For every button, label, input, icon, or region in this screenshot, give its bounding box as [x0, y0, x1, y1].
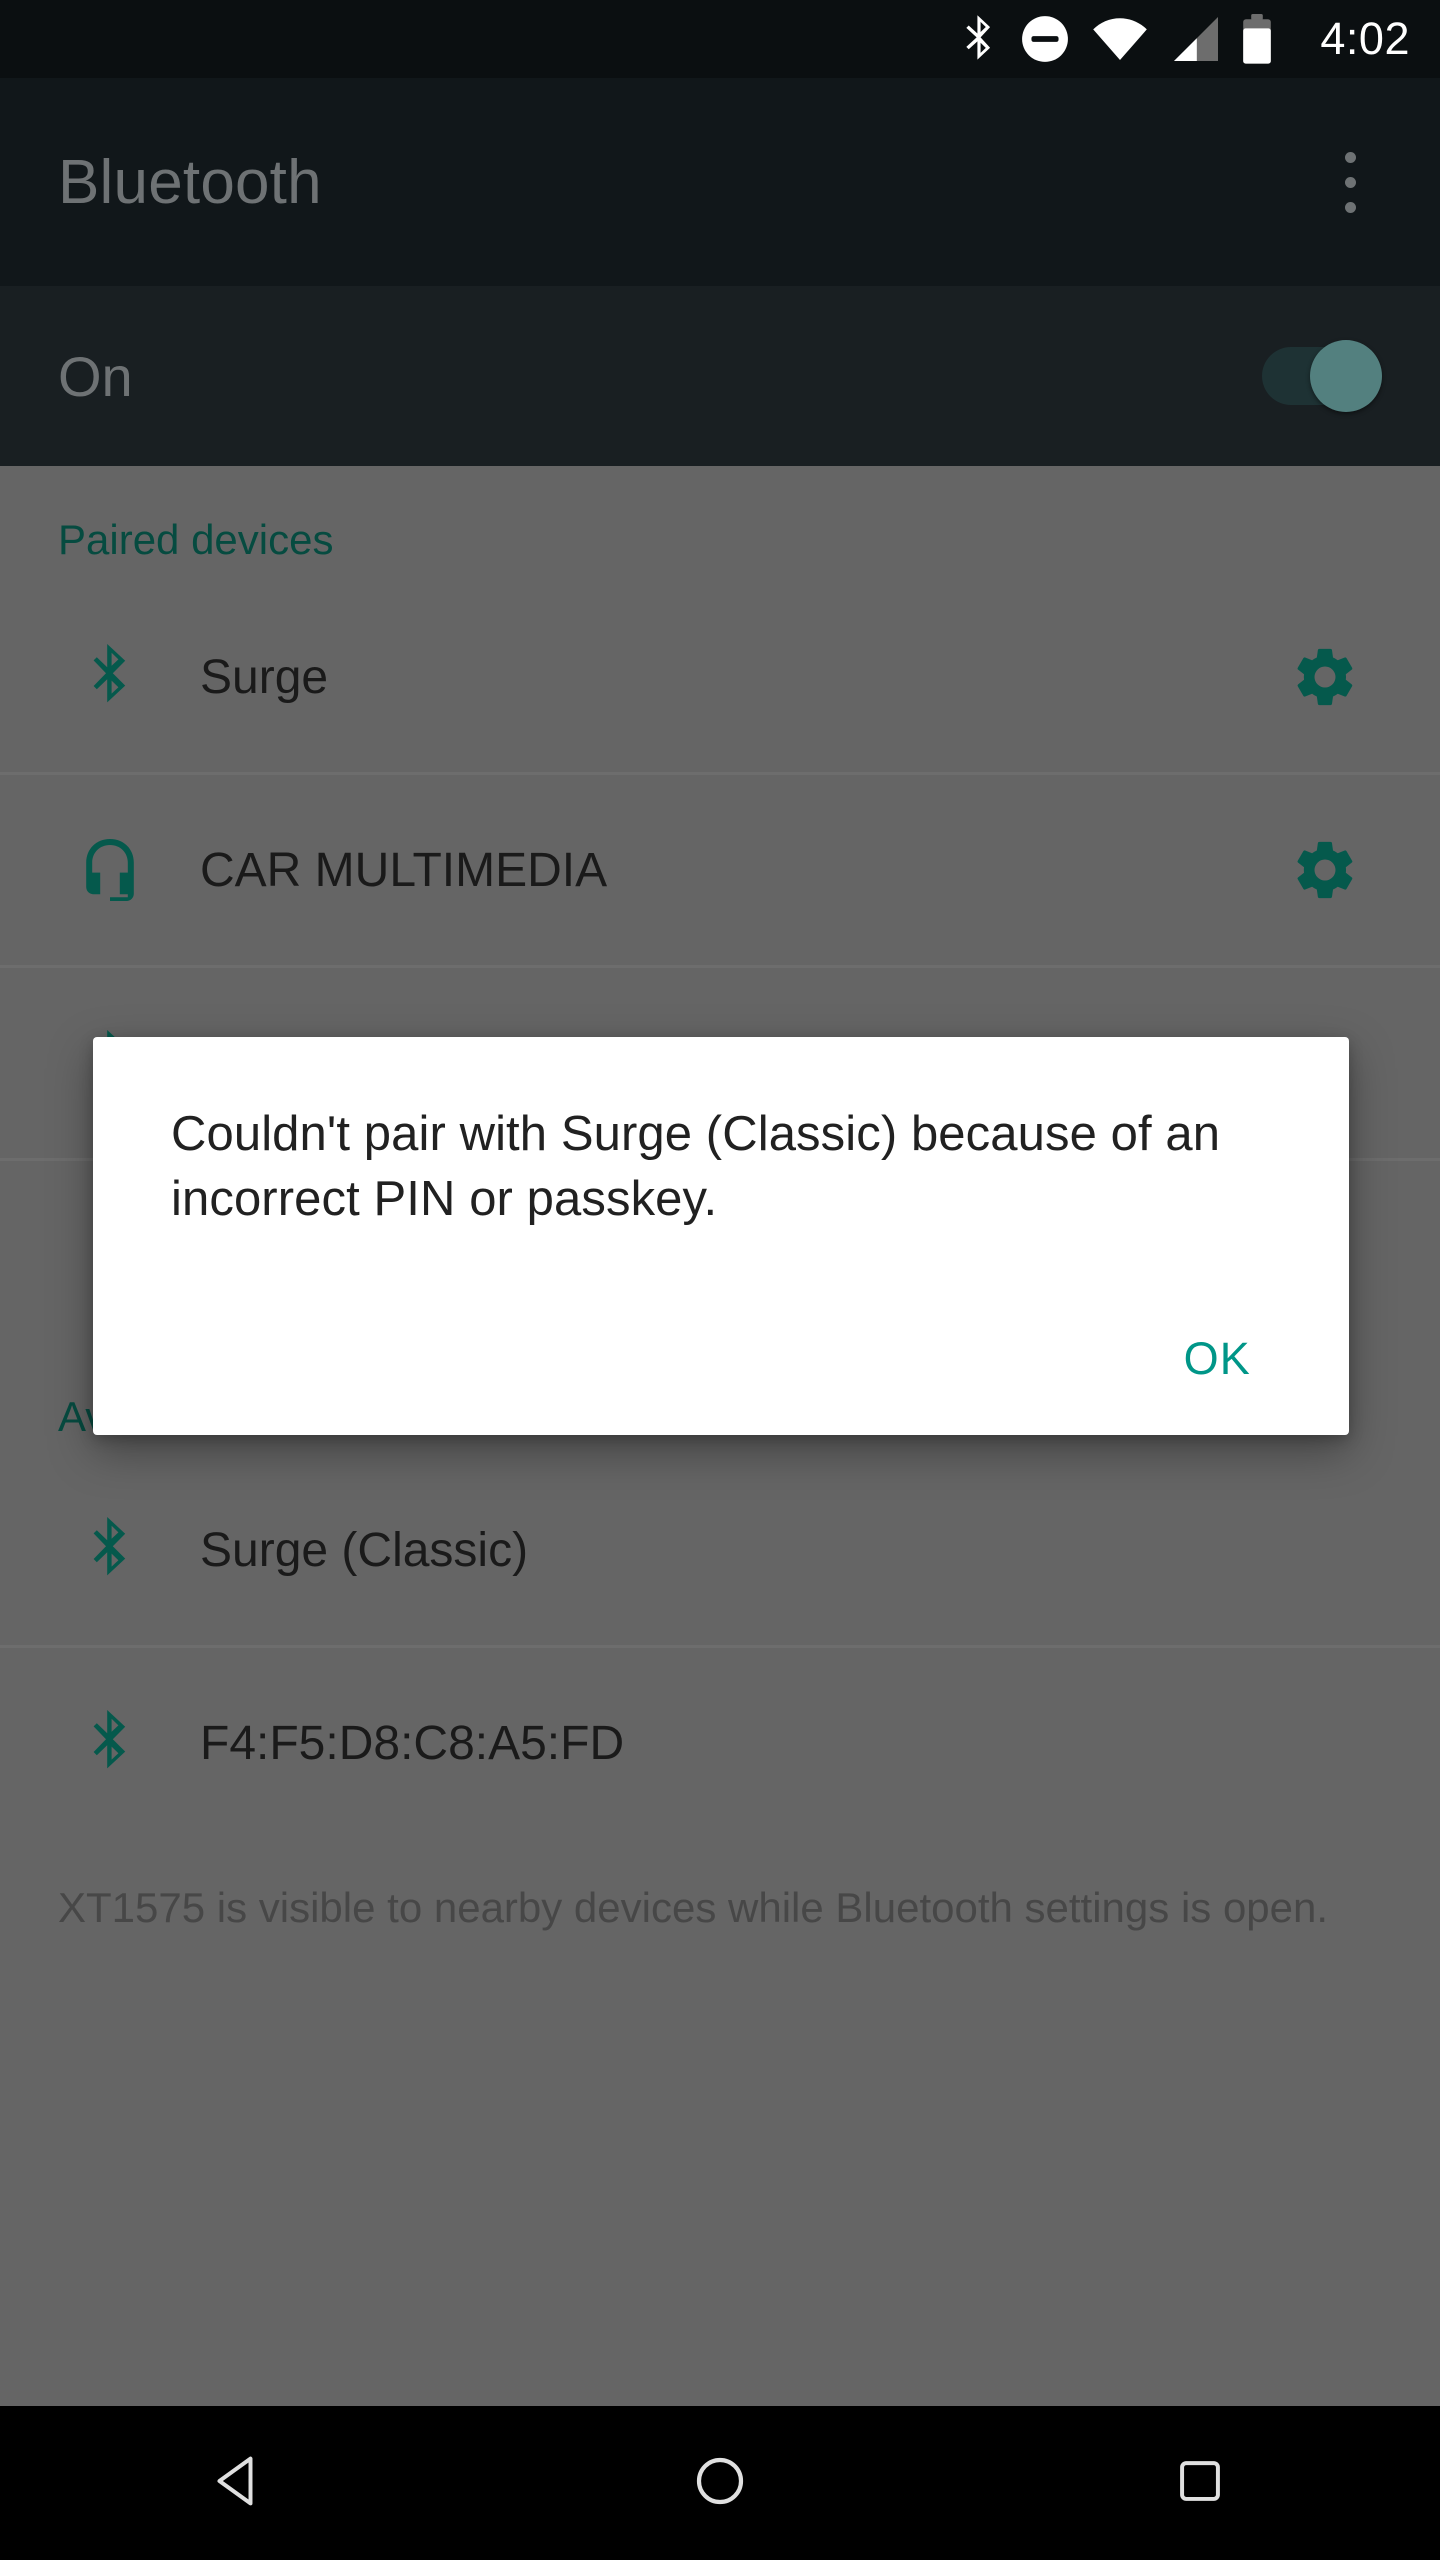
ok-button[interactable]: OK [1144, 1311, 1291, 1407]
dialog-action-bar: OK [1144, 1311, 1291, 1407]
home-button[interactable] [630, 2406, 810, 2560]
paired-devices-header: Paired devices [0, 466, 1440, 582]
android-bluetooth-settings-screen: 4:02 Bluetooth On Paired devices Surge C… [0, 0, 1440, 2560]
overflow-dot [1344, 201, 1356, 213]
device-name-label: Surge (Classic) [200, 1523, 529, 1577]
bluetooth-toggle-switch[interactable] [1262, 340, 1382, 412]
recents-icon [1175, 2456, 1225, 2511]
gear-icon[interactable] [1288, 833, 1362, 907]
overflow-dot [1344, 151, 1356, 163]
device-name-label: Surge [200, 650, 329, 704]
bluetooth-icon [70, 1710, 150, 1776]
list-item[interactable]: F4:F5:D8:C8:A5:FD [0, 1648, 1440, 1838]
back-icon [212, 2453, 268, 2514]
bluetooth-master-toggle-row[interactable]: On [0, 286, 1440, 466]
app-bar: Bluetooth [0, 78, 1440, 286]
status-bar-icons: 4:02 [960, 13, 1410, 65]
switch-thumb [1310, 340, 1382, 412]
back-button[interactable] [150, 2406, 330, 2560]
bluetooth-state-label: On [58, 344, 133, 408]
list-item[interactable]: CAR MULTIMEDIA [0, 775, 1440, 965]
dialog-message-text: Couldn't pair with Surge (Classic) becau… [171, 1107, 1221, 1226]
status-bar: 4:02 [0, 0, 1440, 78]
cell-signal-icon [1170, 16, 1220, 62]
bluetooth-icon [70, 1517, 150, 1583]
wifi-icon [1092, 17, 1148, 61]
overflow-menu-icon[interactable] [1310, 127, 1390, 237]
device-name-label: CAR MULTIMEDIA [200, 843, 608, 897]
system-navigation-bar [0, 2406, 1440, 2560]
list-item[interactable]: Surge [0, 582, 1440, 772]
device-list-content: Paired devices Surge CAR MULTIMEDIA Surg… [0, 466, 1440, 2406]
device-name-label: F4:F5:D8:C8:A5:FD [200, 1716, 625, 1770]
page-title: Bluetooth [58, 147, 322, 217]
recents-button[interactable] [1110, 2406, 1290, 2560]
headset-icon [70, 838, 150, 902]
visibility-note: XT1575 is visible to nearby devices whil… [58, 1884, 1329, 1931]
gear-icon[interactable] [1288, 640, 1362, 714]
status-bar-clock: 4:02 [1320, 13, 1410, 64]
bluetooth-icon [960, 14, 998, 64]
pairing-error-dialog: Couldn't pair with Surge (Classic) becau… [93, 1037, 1349, 1435]
do-not-disturb-icon [1020, 14, 1070, 64]
battery-icon [1242, 14, 1272, 64]
bluetooth-icon [70, 644, 150, 710]
list-item[interactable]: Surge (Classic) [0, 1455, 1440, 1645]
section-header-label: Paired devices [58, 516, 334, 563]
home-icon [692, 2453, 748, 2514]
overflow-dot [1344, 176, 1356, 188]
